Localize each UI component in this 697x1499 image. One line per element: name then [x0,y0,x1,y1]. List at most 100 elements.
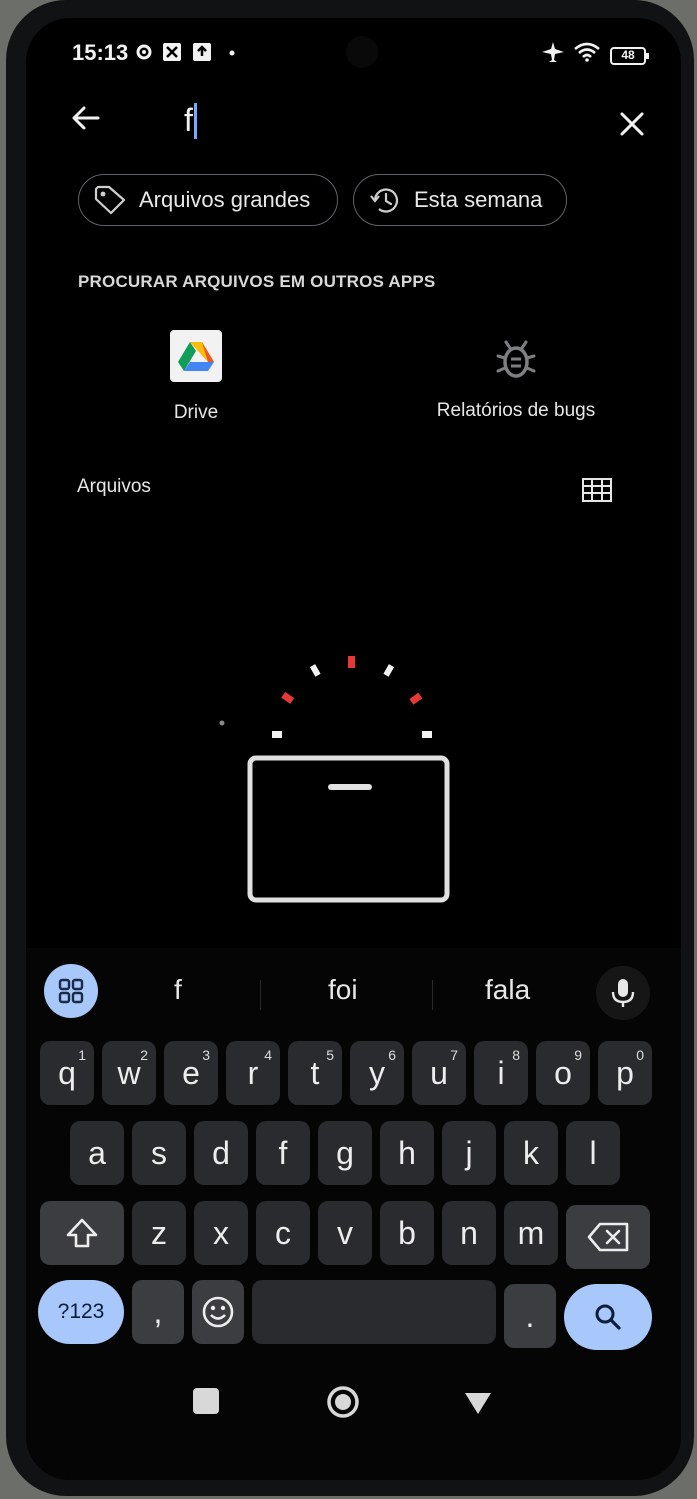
key-letter: c [275,1214,291,1251]
key-number-hint: 8 [512,1047,520,1063]
upload-box-icon [192,42,212,62]
suggestion-divider [260,980,261,1010]
loading-box-illustration [206,643,466,913]
search-key[interactable] [564,1284,652,1350]
key-t[interactable]: t5 [288,1041,342,1105]
period-key[interactable]: . [504,1284,556,1348]
key-letter: w [117,1054,141,1091]
grid-apps-icon [58,978,84,1004]
key-number-hint: 0 [636,1047,644,1063]
key-letter: x [213,1214,229,1251]
key-c[interactable]: c [256,1201,310,1265]
key-f[interactable]: f [256,1121,310,1185]
text-caret [193,102,197,139]
key-p[interactable]: p0 [598,1041,652,1105]
mic-icon [611,979,635,1007]
key-letter: b [398,1214,416,1251]
key-v[interactable]: v [318,1201,372,1265]
key-q[interactable]: q1 [40,1041,94,1105]
key-g[interactable]: g [318,1121,372,1185]
key-s[interactable]: s [132,1121,186,1185]
airplane-icon [540,42,566,62]
key-a[interactable]: a [70,1121,124,1185]
grid-view-icon[interactable] [582,478,612,504]
key-letter: t [310,1054,320,1091]
chip-this-week[interactable]: Esta semana [353,174,567,226]
key-letter: i [497,1054,505,1091]
key-w[interactable]: w2 [102,1041,156,1105]
shift-arrow-icon [66,1218,98,1248]
triangle-back-icon[interactable] [463,1390,493,1421]
front-camera [346,36,378,68]
bug-icon [490,336,542,382]
chip-label: Esta semana [414,187,543,212]
key-number-hint: 6 [388,1047,396,1063]
backspace-icon [587,1222,629,1252]
wifi-icon [573,42,601,62]
key-letter: f [278,1134,288,1171]
key-number-hint: 4 [264,1047,272,1063]
chip-large-files[interactable]: Arquivos grandes [78,174,338,226]
key-letter: s [151,1134,167,1171]
key-h[interactable]: h [380,1121,434,1185]
key-d[interactable]: d [194,1121,248,1185]
key-number-hint: 2 [140,1047,148,1063]
key-letter: l [589,1134,597,1171]
app-drive[interactable]: Drive [136,330,256,424]
app-label: Relatórios de bugs [436,400,596,421]
key-number-hint: 1 [78,1047,86,1063]
key-letter: n [460,1214,478,1251]
key-letter: m [517,1214,545,1251]
status-time: 15:13 [72,40,129,65]
search-query: f [184,102,193,138]
tag-icon [94,185,126,215]
key-l[interactable]: l [566,1121,620,1185]
key-letter: h [398,1134,416,1171]
key-letter: e [182,1054,200,1091]
circle-home-icon[interactable] [325,1384,361,1425]
shift-key[interactable] [40,1201,124,1265]
battery-icon: 48 [610,47,649,65]
crossed-box-icon [162,42,182,62]
key-k[interactable]: k [504,1121,558,1185]
suggestion-2[interactable]: foi [328,974,358,1006]
emoji-key[interactable] [192,1280,244,1344]
key-letter: p [616,1054,634,1091]
key-y[interactable]: y6 [350,1041,404,1105]
app-bug-reports[interactable]: Relatórios de bugs [416,336,616,422]
battery-level: 48 [621,48,635,62]
symbols-key[interactable]: ?123 [38,1280,124,1344]
key-z[interactable]: z [132,1201,186,1265]
suggestion-3[interactable]: fala [485,974,530,1006]
keyboard-apps-button[interactable] [44,964,98,1018]
key-u[interactable]: u7 [412,1041,466,1105]
emoji-icon [202,1296,234,1328]
key-number-hint: 3 [202,1047,210,1063]
backspace-key[interactable] [566,1205,650,1269]
key-b[interactable]: b [380,1201,434,1265]
key-letter: o [554,1054,572,1091]
space-key[interactable] [252,1280,496,1344]
key-x[interactable]: x [194,1201,248,1265]
mic-button[interactable] [596,966,650,1020]
key-j[interactable]: j [442,1121,496,1185]
search-input[interactable]: f [184,102,197,139]
key-m[interactable]: m [504,1201,558,1265]
key-r[interactable]: r4 [226,1041,280,1105]
comma-key[interactable]: , [132,1280,184,1344]
key-number-hint: 5 [326,1047,334,1063]
key-n[interactable]: n [442,1201,496,1265]
close-icon[interactable] [614,106,650,142]
phone-frame: 15:13 48 f Arquivos grandes Esta semana [6,0,694,1496]
key-o[interactable]: o9 [536,1041,590,1105]
key-letter: k [523,1134,539,1171]
suggestion-1[interactable]: f [174,974,182,1006]
key-i[interactable]: i8 [474,1041,528,1105]
key-e[interactable]: e3 [164,1041,218,1105]
square-recents-icon[interactable] [193,1388,219,1414]
search-icon [595,1304,621,1330]
chip-label: Arquivos grandes [139,187,311,212]
back-arrow-icon[interactable] [66,98,106,138]
key-letter: u [430,1054,448,1091]
other-apps-title: PROCURAR ARQUIVOS EM OUTROS APPS [78,272,436,291]
